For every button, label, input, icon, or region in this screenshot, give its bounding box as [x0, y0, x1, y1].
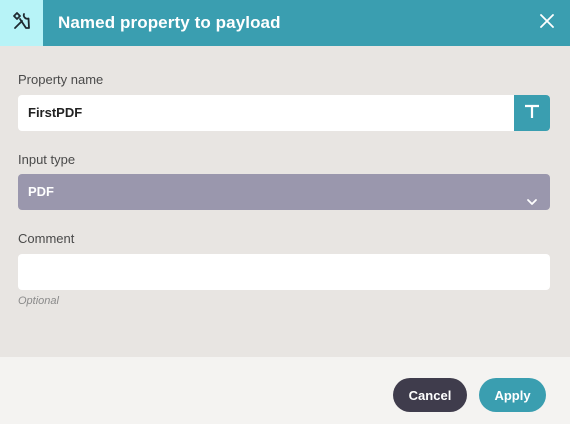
close-icon	[540, 13, 554, 33]
dialog-footer: Cancel Apply	[0, 357, 570, 424]
input-type-label: Input type	[18, 152, 76, 167]
input-type-value: PDF	[28, 184, 54, 199]
text-type-button[interactable]	[514, 95, 550, 131]
header-icon-container	[0, 0, 43, 46]
dialog-header: Named property to payload	[0, 0, 570, 46]
chevron-down-icon	[526, 186, 538, 205]
property-name-input[interactable]: FirstPDF	[18, 95, 514, 131]
apply-button[interactable]: Apply	[479, 378, 546, 412]
comment-label: Comment	[18, 231, 75, 246]
text-type-icon	[524, 104, 540, 123]
cancel-button[interactable]: Cancel	[393, 378, 467, 412]
comment-input[interactable]	[18, 254, 550, 290]
tools-icon	[12, 11, 32, 36]
comment-hint: Optional	[18, 295, 59, 307]
named-property-dialog: Named property to payload Property name …	[0, 0, 570, 424]
property-name-label: Property name	[18, 72, 104, 87]
close-button[interactable]	[536, 12, 558, 34]
input-type-select[interactable]: PDF	[18, 174, 550, 210]
dialog-title: Named property to payload	[58, 13, 281, 32]
